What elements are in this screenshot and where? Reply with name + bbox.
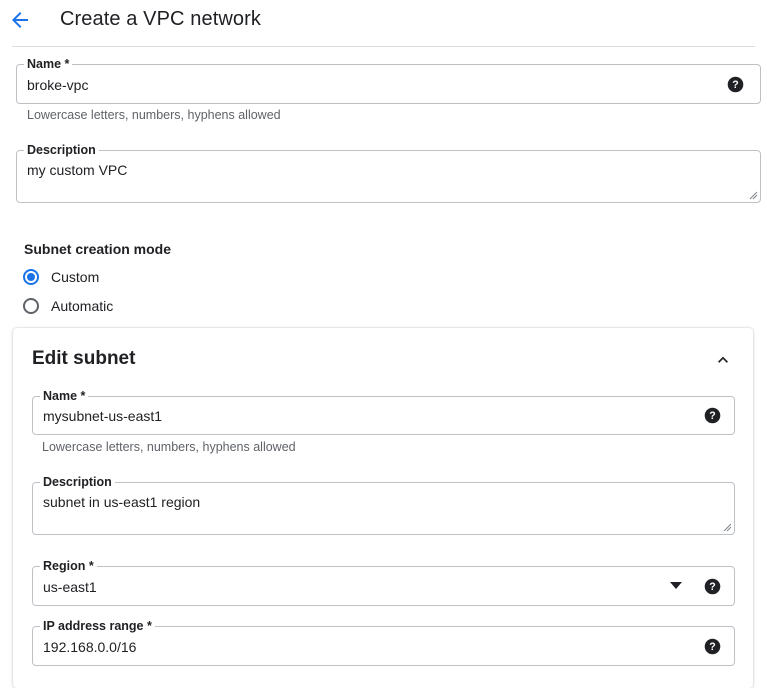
svg-text:?: ? [732, 79, 738, 91]
ip-range-label: IP address range * [40, 618, 155, 634]
subnet-mode-label: Subnet creation mode [24, 241, 172, 257]
dropdown-arrow-icon[interactable] [670, 582, 682, 590]
help-icon[interactable]: ? [727, 76, 744, 93]
svg-text:?: ? [709, 410, 715, 422]
network-description-value: my custom VPC [27, 162, 128, 178]
radio-custom-control[interactable] [23, 269, 39, 285]
chevron-up-icon[interactable] [713, 350, 733, 370]
network-name-hint: Lowercase letters, numbers, hyphens allo… [27, 108, 281, 122]
region-value: us-east1 [43, 579, 97, 595]
network-description-label: Description [24, 142, 99, 158]
resize-handle-icon[interactable] [749, 191, 758, 200]
header-divider [12, 46, 755, 47]
subnet-description-value: subnet in us-east1 region [43, 494, 201, 510]
subnet-name-hint: Lowercase letters, numbers, hyphens allo… [42, 440, 296, 454]
help-icon[interactable]: ? [704, 407, 721, 424]
region-select[interactable]: Region * us-east1 ? [32, 558, 735, 606]
network-name-value: broke-vpc [27, 77, 89, 93]
arrow-back-icon[interactable] [8, 8, 32, 32]
edit-subnet-card: Edit subnet Name * mysubnet-us-east1 ? L… [13, 328, 753, 688]
edit-subnet-title: Edit subnet [32, 348, 136, 369]
subnet-description-field[interactable]: Description subnet in us-east1 region [32, 474, 735, 535]
subnet-name-value: mysubnet-us-east1 [43, 408, 163, 424]
svg-text:?: ? [709, 581, 715, 593]
ip-range-value: 192.168.0.0/16 [43, 639, 137, 655]
ip-range-field[interactable]: IP address range * 192.168.0.0/16 ? [32, 618, 735, 666]
radio-custom-label: Custom [51, 269, 100, 285]
help-icon[interactable]: ? [704, 578, 721, 595]
help-icon[interactable]: ? [704, 638, 721, 655]
subnet-name-label: Name * [40, 388, 89, 404]
page-title: Create a VPC network [60, 8, 261, 30]
svg-text:?: ? [709, 641, 715, 653]
resize-handle-icon[interactable] [723, 523, 732, 532]
subnet-name-field[interactable]: Name * mysubnet-us-east1 ? [32, 388, 735, 435]
network-description-field[interactable]: Description my custom VPC [16, 142, 761, 203]
network-name-label: Name * [24, 56, 73, 72]
network-name-field[interactable]: Name * broke-vpc ? [16, 56, 761, 104]
region-label: Region * [40, 558, 97, 574]
radio-automatic-control[interactable] [23, 298, 39, 314]
subnet-description-label: Description [40, 474, 115, 490]
radio-automatic-label: Automatic [51, 298, 114, 314]
page-header: Create a VPC network [0, 0, 767, 46]
